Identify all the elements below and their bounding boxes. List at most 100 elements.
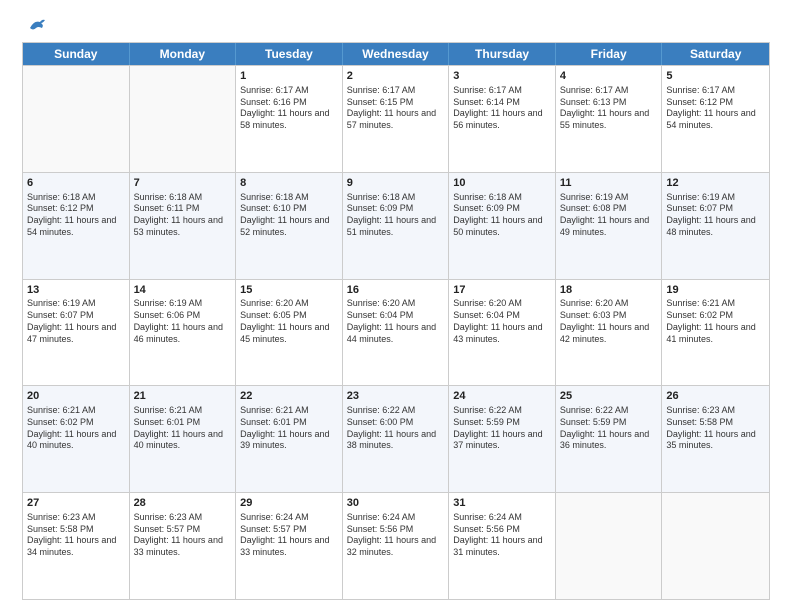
- calendar-cell: 3Sunrise: 6:17 AMSunset: 6:14 PMDaylight…: [449, 66, 556, 172]
- calendar-cell: 20Sunrise: 6:21 AMSunset: 6:02 PMDayligh…: [23, 386, 130, 492]
- day-number: 6: [27, 176, 125, 191]
- day-number: 1: [240, 69, 338, 84]
- day-number: 3: [453, 69, 551, 84]
- day-number: 24: [453, 389, 551, 404]
- cell-info: Sunrise: 6:19 AMSunset: 6:06 PMDaylight:…: [134, 298, 232, 345]
- day-number: 31: [453, 496, 551, 511]
- day-number: 10: [453, 176, 551, 191]
- calendar-cell: [130, 66, 237, 172]
- cell-info: Sunrise: 6:18 AMSunset: 6:10 PMDaylight:…: [240, 192, 338, 239]
- cell-info: Sunrise: 6:23 AMSunset: 5:57 PMDaylight:…: [134, 512, 232, 559]
- cell-info: Sunrise: 6:17 AMSunset: 6:14 PMDaylight:…: [453, 85, 551, 132]
- cell-info: Sunrise: 6:19 AMSunset: 6:08 PMDaylight:…: [560, 192, 658, 239]
- cell-info: Sunrise: 6:23 AMSunset: 5:58 PMDaylight:…: [27, 512, 125, 559]
- calendar-cell: 25Sunrise: 6:22 AMSunset: 5:59 PMDayligh…: [556, 386, 663, 492]
- day-number: 26: [666, 389, 765, 404]
- cell-info: Sunrise: 6:17 AMSunset: 6:13 PMDaylight:…: [560, 85, 658, 132]
- logo-text: [22, 18, 46, 32]
- cell-info: Sunrise: 6:24 AMSunset: 5:56 PMDaylight:…: [347, 512, 445, 559]
- calendar-cell: 11Sunrise: 6:19 AMSunset: 6:08 PMDayligh…: [556, 173, 663, 279]
- calendar-cell: 9Sunrise: 6:18 AMSunset: 6:09 PMDaylight…: [343, 173, 450, 279]
- cell-info: Sunrise: 6:19 AMSunset: 6:07 PMDaylight:…: [27, 298, 125, 345]
- calendar-row: 27Sunrise: 6:23 AMSunset: 5:58 PMDayligh…: [23, 492, 769, 599]
- cell-info: Sunrise: 6:19 AMSunset: 6:07 PMDaylight:…: [666, 192, 765, 239]
- cell-info: Sunrise: 6:21 AMSunset: 6:01 PMDaylight:…: [134, 405, 232, 452]
- cell-info: Sunrise: 6:21 AMSunset: 6:02 PMDaylight:…: [27, 405, 125, 452]
- cell-info: Sunrise: 6:20 AMSunset: 6:04 PMDaylight:…: [453, 298, 551, 345]
- cell-info: Sunrise: 6:21 AMSunset: 6:01 PMDaylight:…: [240, 405, 338, 452]
- day-number: 27: [27, 496, 125, 511]
- day-number: 25: [560, 389, 658, 404]
- cell-info: Sunrise: 6:18 AMSunset: 6:12 PMDaylight:…: [27, 192, 125, 239]
- header: [22, 18, 770, 32]
- day-number: 28: [134, 496, 232, 511]
- calendar-header: SundayMondayTuesdayWednesdayThursdayFrid…: [23, 43, 769, 65]
- day-number: 15: [240, 283, 338, 298]
- day-number: 12: [666, 176, 765, 191]
- cell-info: Sunrise: 6:17 AMSunset: 6:16 PMDaylight:…: [240, 85, 338, 132]
- calendar-cell: 10Sunrise: 6:18 AMSunset: 6:09 PMDayligh…: [449, 173, 556, 279]
- day-number: 13: [27, 283, 125, 298]
- calendar-cell: 22Sunrise: 6:21 AMSunset: 6:01 PMDayligh…: [236, 386, 343, 492]
- calendar-body: 1Sunrise: 6:17 AMSunset: 6:16 PMDaylight…: [23, 65, 769, 599]
- cell-info: Sunrise: 6:18 AMSunset: 6:11 PMDaylight:…: [134, 192, 232, 239]
- day-number: 14: [134, 283, 232, 298]
- cell-info: Sunrise: 6:20 AMSunset: 6:05 PMDaylight:…: [240, 298, 338, 345]
- calendar-cell: 7Sunrise: 6:18 AMSunset: 6:11 PMDaylight…: [130, 173, 237, 279]
- cell-info: Sunrise: 6:24 AMSunset: 5:56 PMDaylight:…: [453, 512, 551, 559]
- calendar-day-header: Tuesday: [236, 43, 343, 65]
- calendar-cell: 23Sunrise: 6:22 AMSunset: 6:00 PMDayligh…: [343, 386, 450, 492]
- calendar-cell: 30Sunrise: 6:24 AMSunset: 5:56 PMDayligh…: [343, 493, 450, 599]
- calendar-row: 1Sunrise: 6:17 AMSunset: 6:16 PMDaylight…: [23, 65, 769, 172]
- day-number: 20: [27, 389, 125, 404]
- calendar-cell: 13Sunrise: 6:19 AMSunset: 6:07 PMDayligh…: [23, 280, 130, 386]
- calendar-cell: [662, 493, 769, 599]
- calendar-cell: 4Sunrise: 6:17 AMSunset: 6:13 PMDaylight…: [556, 66, 663, 172]
- day-number: 30: [347, 496, 445, 511]
- day-number: 17: [453, 283, 551, 298]
- calendar-cell: 1Sunrise: 6:17 AMSunset: 6:16 PMDaylight…: [236, 66, 343, 172]
- calendar-day-header: Wednesday: [343, 43, 450, 65]
- calendar-cell: 12Sunrise: 6:19 AMSunset: 6:07 PMDayligh…: [662, 173, 769, 279]
- day-number: 8: [240, 176, 338, 191]
- calendar-row: 13Sunrise: 6:19 AMSunset: 6:07 PMDayligh…: [23, 279, 769, 386]
- cell-info: Sunrise: 6:23 AMSunset: 5:58 PMDaylight:…: [666, 405, 765, 452]
- day-number: 22: [240, 389, 338, 404]
- calendar-day-header: Saturday: [662, 43, 769, 65]
- calendar-cell: 2Sunrise: 6:17 AMSunset: 6:15 PMDaylight…: [343, 66, 450, 172]
- calendar-cell: 28Sunrise: 6:23 AMSunset: 5:57 PMDayligh…: [130, 493, 237, 599]
- calendar-row: 6Sunrise: 6:18 AMSunset: 6:12 PMDaylight…: [23, 172, 769, 279]
- logo-bird-icon: [28, 18, 46, 32]
- cell-info: Sunrise: 6:17 AMSunset: 6:12 PMDaylight:…: [666, 85, 765, 132]
- day-number: 9: [347, 176, 445, 191]
- logo: [22, 18, 46, 32]
- cell-info: Sunrise: 6:24 AMSunset: 5:57 PMDaylight:…: [240, 512, 338, 559]
- cell-info: Sunrise: 6:22 AMSunset: 5:59 PMDaylight:…: [560, 405, 658, 452]
- cell-info: Sunrise: 6:22 AMSunset: 5:59 PMDaylight:…: [453, 405, 551, 452]
- calendar-cell: 16Sunrise: 6:20 AMSunset: 6:04 PMDayligh…: [343, 280, 450, 386]
- calendar-cell: 31Sunrise: 6:24 AMSunset: 5:56 PMDayligh…: [449, 493, 556, 599]
- page: SundayMondayTuesdayWednesdayThursdayFrid…: [0, 0, 792, 612]
- calendar-cell: 14Sunrise: 6:19 AMSunset: 6:06 PMDayligh…: [130, 280, 237, 386]
- calendar-day-header: Thursday: [449, 43, 556, 65]
- day-number: 7: [134, 176, 232, 191]
- calendar-cell: [556, 493, 663, 599]
- calendar-cell: 8Sunrise: 6:18 AMSunset: 6:10 PMDaylight…: [236, 173, 343, 279]
- day-number: 4: [560, 69, 658, 84]
- cell-info: Sunrise: 6:20 AMSunset: 6:04 PMDaylight:…: [347, 298, 445, 345]
- calendar-cell: 27Sunrise: 6:23 AMSunset: 5:58 PMDayligh…: [23, 493, 130, 599]
- cell-info: Sunrise: 6:22 AMSunset: 6:00 PMDaylight:…: [347, 405, 445, 452]
- cell-info: Sunrise: 6:18 AMSunset: 6:09 PMDaylight:…: [347, 192, 445, 239]
- day-number: 11: [560, 176, 658, 191]
- day-number: 5: [666, 69, 765, 84]
- calendar-cell: 29Sunrise: 6:24 AMSunset: 5:57 PMDayligh…: [236, 493, 343, 599]
- cell-info: Sunrise: 6:18 AMSunset: 6:09 PMDaylight:…: [453, 192, 551, 239]
- calendar-cell: 18Sunrise: 6:20 AMSunset: 6:03 PMDayligh…: [556, 280, 663, 386]
- day-number: 18: [560, 283, 658, 298]
- calendar-cell: 5Sunrise: 6:17 AMSunset: 6:12 PMDaylight…: [662, 66, 769, 172]
- day-number: 2: [347, 69, 445, 84]
- calendar-cell: 15Sunrise: 6:20 AMSunset: 6:05 PMDayligh…: [236, 280, 343, 386]
- calendar-cell: 17Sunrise: 6:20 AMSunset: 6:04 PMDayligh…: [449, 280, 556, 386]
- day-number: 23: [347, 389, 445, 404]
- calendar-cell: 6Sunrise: 6:18 AMSunset: 6:12 PMDaylight…: [23, 173, 130, 279]
